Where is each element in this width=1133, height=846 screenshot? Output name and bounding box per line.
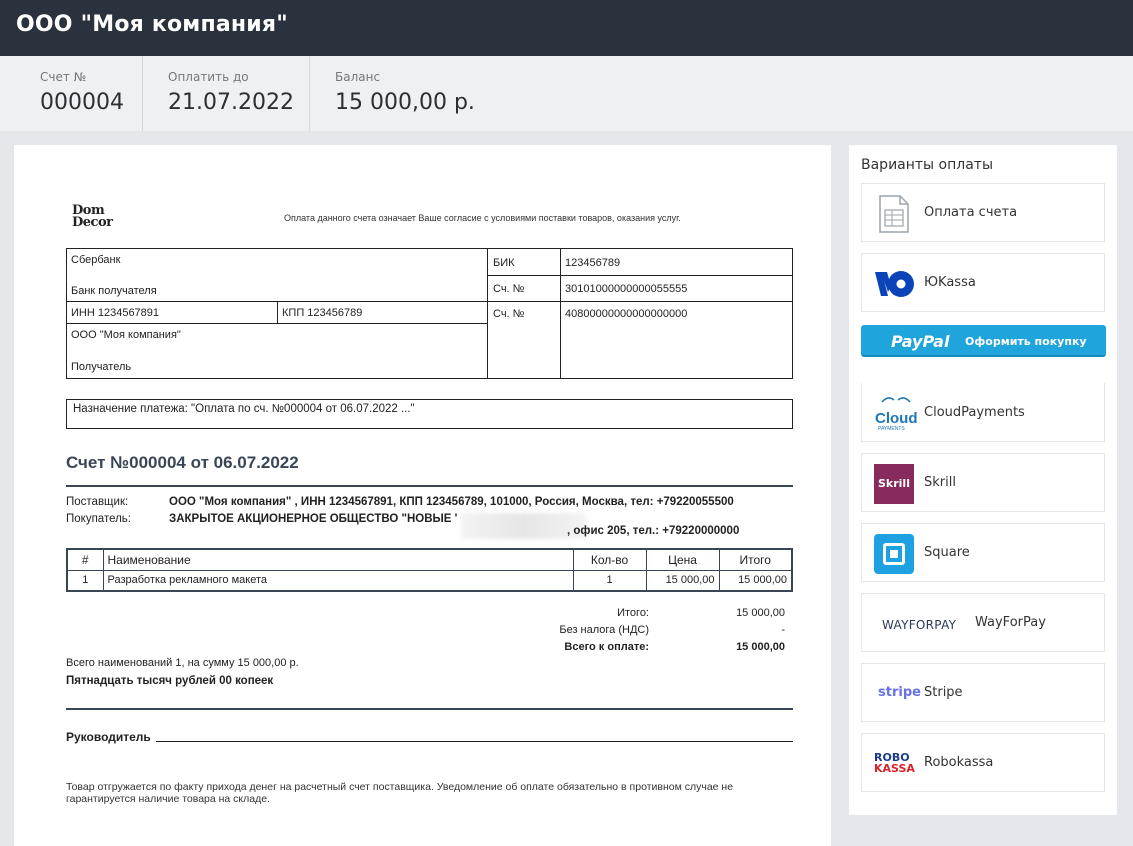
skrill-logo-text: Skrill <box>878 477 910 490</box>
stripe-logo-icon: stripe <box>878 685 921 700</box>
bank-details-table: Сбербанк Банк получателя БИК 123456789 С… <box>66 248 793 379</box>
subtotal-label: Итого: <box>617 607 649 619</box>
yookassa-icon <box>874 264 914 304</box>
supplier-label: Поставщик: <box>66 496 129 508</box>
cloudpayments-icon: Cloud PAYMENTS <box>874 393 918 433</box>
cell-name: Разработка рекламного макета <box>102 569 574 592</box>
invoice-heading: Счет №000004 от 06.07.2022 <box>66 453 299 472</box>
director-label: Руководитель <box>66 730 151 744</box>
shipping-note: Товар отгружается по факту прихода денег… <box>66 781 734 805</box>
signature-divider <box>66 708 793 710</box>
cloud-logo-subtext: PAYMENTS <box>878 426 905 432</box>
due-date-value: 21.07.2022 <box>168 90 294 115</box>
summary-invoice-number: Счет № 000004 <box>0 56 143 131</box>
paypal-button-label: Оформить покупку <box>965 335 1087 348</box>
col-price: Цена <box>645 548 720 571</box>
total-value: 15 000,00 <box>736 641 785 653</box>
buyer-value-start: ЗАКРЫТОЕ АКЦИОНЕРНОЕ ОБЩЕСТВО "НОВЫЕ ' <box>169 513 458 525</box>
cloudpayments-label: CloudPayments <box>924 405 1025 420</box>
recipient-label: Получатель <box>71 361 132 373</box>
skrill-label: Skrill <box>924 475 956 490</box>
payment-purpose-box: Назначение платежа: "Оплата по сч. №0000… <box>66 399 793 429</box>
skrill-option[interactable]: Skrill Skrill <box>861 453 1105 512</box>
bik-label: БИК <box>493 257 515 269</box>
items-table: # Наименование Кол-во Цена Итого 1 Разра… <box>66 548 793 592</box>
yookassa-option[interactable]: ЮKassa <box>861 253 1105 312</box>
invoice-summary: Счет № 000004 Оплатить до 21.07.2022 Бал… <box>0 56 1133 131</box>
total-label: Всего к оплате: <box>564 641 649 653</box>
signature-line <box>156 741 793 742</box>
payment-options-panel: Варианты оплаты Оплата счета ЮKassa PayP… <box>849 145 1117 815</box>
col-qty: Кол-во <box>572 548 647 571</box>
robokassa-label: Robokassa <box>924 755 994 770</box>
items-count-text: Всего наименований 1, на сумму 15 000,00… <box>66 657 299 669</box>
payment-options-title: Варианты оплаты <box>861 157 994 173</box>
wayforpay-label: WayForPay <box>975 615 1046 630</box>
cloudpayments-option[interactable]: Cloud PAYMENTS CloudPayments <box>861 383 1105 442</box>
cell-qty: 1 <box>572 569 647 592</box>
supplier-value: ООО "Моя компания" , ИНН 1234567891, КПП… <box>169 496 734 508</box>
cell-price: 15 000,00 <box>645 569 720 592</box>
wayforpay-option[interactable]: WAYFORPAY WayForPay <box>861 593 1105 652</box>
amount-in-words: Пятнадцать тысяч рублей 00 копеек <box>66 675 274 687</box>
company-title: ООО "Моя компания" <box>16 12 288 37</box>
invoice-number-label: Счет № <box>40 70 87 84</box>
items-header-row: # Наименование Кол-во Цена Итого <box>66 548 793 571</box>
consent-text: Оплата данного счета означает Ваше согла… <box>284 213 681 223</box>
top-bar: ООО "Моя компания" <box>0 0 1133 56</box>
stripe-label: Stripe <box>924 685 963 700</box>
bik-value: 123456789 <box>565 257 621 269</box>
invoice-document-icon <box>874 194 914 234</box>
col-name: Наименование <box>102 548 574 571</box>
pay-invoice-label: Оплата счета <box>924 205 1018 220</box>
balance-value: 15 000,00 р. <box>335 90 475 115</box>
pay-invoice-option[interactable]: Оплата счета <box>861 183 1105 242</box>
vat-value: - <box>781 624 785 636</box>
bank-label: Банк получателя <box>71 285 157 297</box>
invoice-number-value: 000004 <box>40 90 124 115</box>
bank-name: Сбербанк <box>71 254 121 266</box>
col-total: Итого <box>718 548 793 571</box>
skrill-icon: Skrill <box>874 464 914 504</box>
heading-divider <box>66 485 793 487</box>
col-number: # <box>66 548 104 571</box>
cell-total: 15 000,00 <box>718 569 793 592</box>
table-row: 1 Разработка рекламного макета 1 15 000,… <box>66 569 793 592</box>
vat-label: Без налога (НДС) <box>559 624 649 636</box>
paypal-logo-icon: PayPal <box>891 332 950 351</box>
wayforpay-logo-icon: WAYFORPAY <box>882 618 957 632</box>
company-logo: Dom Decor <box>72 204 113 230</box>
balance-label: Баланс <box>335 70 381 84</box>
kassa-logo-text: KASSA <box>874 762 915 775</box>
payment-purpose-text: Назначение платежа: "Оплата по сч. №0000… <box>73 403 415 415</box>
buyer-value-end: , офис 205, тел.: +79220000000 <box>567 525 740 537</box>
recipient-name: ООО "Моя компания" <box>71 329 181 341</box>
summary-due-date: Оплатить до 21.07.2022 <box>143 56 310 131</box>
cell-number: 1 <box>66 569 104 592</box>
square-icon <box>874 534 914 574</box>
kpp-text: КПП 123456789 <box>282 307 363 319</box>
robokassa-option[interactable]: ROBO KASSA Robokassa <box>861 733 1105 792</box>
robokassa-logo-icon: ROBO KASSA <box>874 752 915 774</box>
invoice-document: Dom Decor Оплата данного счета означает … <box>14 145 831 846</box>
yookassa-label: ЮKassa <box>924 275 976 290</box>
due-date-label: Оплатить до <box>168 70 249 84</box>
stripe-option[interactable]: stripe Stripe <box>861 663 1105 722</box>
inn-text: ИНН 1234567891 <box>71 307 160 319</box>
buyer-label: Покупатель: <box>66 513 131 525</box>
logo-line-2: Decor <box>72 215 113 230</box>
square-option[interactable]: Square <box>861 523 1105 582</box>
summary-balance: Баланс 15 000,00 р. <box>310 56 610 131</box>
subtotal-value: 15 000,00 <box>736 607 785 619</box>
corr-account-label: Сч. № <box>493 283 525 295</box>
account-value: 40800000000000000000 <box>565 308 688 320</box>
paypal-checkout-button[interactable]: PayPal Оформить покупку <box>861 325 1106 357</box>
corr-account-value: 30101000000000055555 <box>565 283 688 295</box>
square-label: Square <box>924 545 970 560</box>
account-label: Сч. № <box>493 308 525 320</box>
cloud-logo-text: Cloud <box>875 410 918 427</box>
